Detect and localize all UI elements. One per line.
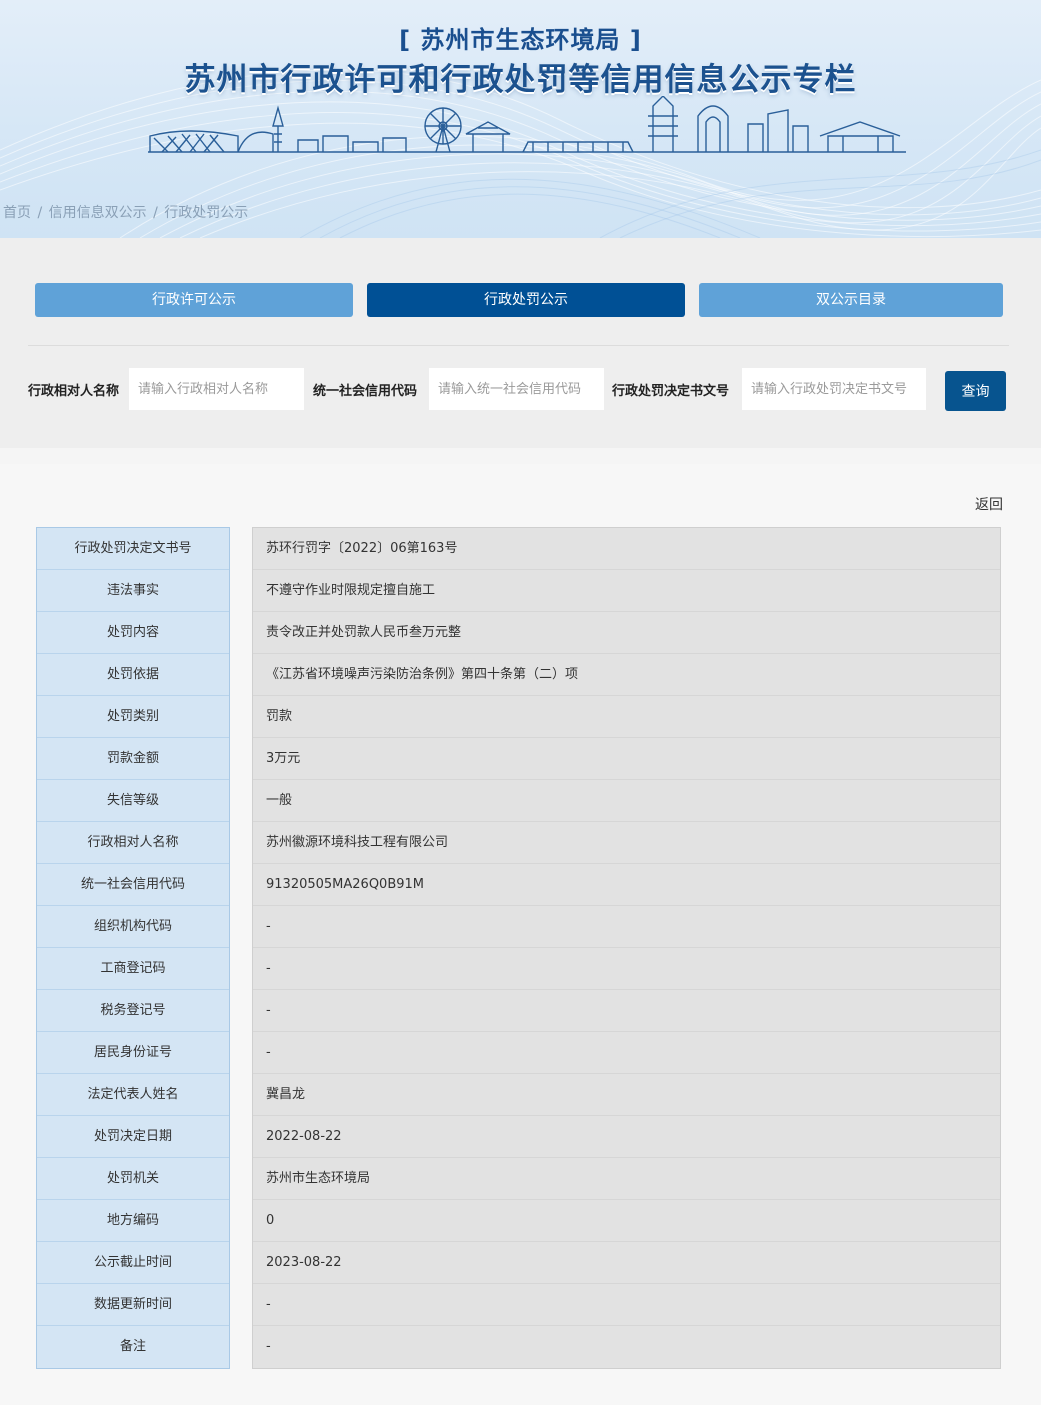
detail-section: 返回 行政处罚决定文书号 违法事实 处罚内容 处罚依据 处罚类别 罚款金额 失信…	[0, 464, 1041, 1405]
back-link[interactable]: 返回	[975, 494, 1003, 514]
detail-label-column: 行政处罚决定文书号 违法事实 处罚内容 处罚依据 处罚类别 罚款金额 失信等级 …	[36, 527, 230, 1369]
field-value: 罚款	[253, 696, 1000, 738]
search-label-party-name: 行政相对人名称	[28, 384, 120, 399]
party-name-input[interactable]	[129, 368, 304, 410]
field-value: -	[253, 1032, 1000, 1074]
tab-admin-license[interactable]: 行政许可公示	[35, 283, 353, 317]
field-value: 《江苏省环境噪声污染防治条例》第四十条第（二）项	[253, 654, 1000, 696]
credit-code-input[interactable]	[429, 368, 604, 410]
field-label: 处罚类别	[37, 696, 229, 738]
city-skyline-icon	[148, 96, 906, 153]
field-label: 数据更新时间	[37, 1284, 229, 1326]
field-value: 一般	[253, 780, 1000, 822]
field-label: 地方编码	[37, 1200, 229, 1242]
query-button[interactable]: 查询	[945, 371, 1006, 411]
field-value: -	[253, 1284, 1000, 1326]
field-value: 冀昌龙	[253, 1074, 1000, 1116]
header-banner: [ 苏州市生态环境局 ] 苏州市行政许可和行政处罚等信用信息公示专栏 首页 / …	[0, 0, 1041, 238]
field-value: 责令改正并处罚款人民币叁万元整	[253, 612, 1000, 654]
breadcrumb: 首页 / 信用信息双公示 / 行政处罚公示	[3, 202, 250, 222]
field-label: 行政相对人名称	[37, 822, 229, 864]
field-label: 公示截止时间	[37, 1242, 229, 1284]
field-label: 备注	[119, 1339, 146, 1354]
field-label: 税务登记号	[37, 990, 229, 1032]
field-label: 工商登记码	[37, 948, 229, 990]
decision-number-input[interactable]	[742, 368, 926, 410]
field-value: 苏州徽源环境科技工程有限公司	[253, 822, 1000, 864]
field-value: -	[253, 906, 1000, 948]
divider	[28, 345, 1009, 346]
tab-admin-penalty[interactable]: 行政处罚公示	[367, 283, 685, 317]
field-value: 91320505MA26Q0B91M	[253, 864, 1000, 906]
field-value: -	[266, 1339, 271, 1354]
page-title: 苏州市行政许可和行政处罚等信用信息公示专栏	[184, 62, 857, 98]
field-label: 处罚内容	[37, 612, 229, 654]
breadcrumb-separator: /	[153, 205, 158, 221]
breadcrumb-current: 行政处罚公示	[164, 205, 249, 221]
field-label: 处罚决定日期	[37, 1116, 229, 1158]
search-label-credit-code: 统一社会信用代码	[313, 384, 418, 399]
field-value: -	[253, 990, 1000, 1032]
field-value: -	[253, 948, 1000, 990]
field-label: 处罚依据	[37, 654, 229, 696]
field-value: 苏州市生态环境局	[253, 1158, 1000, 1200]
field-label: 行政处罚决定文书号	[37, 528, 229, 570]
field-value: 2023-08-22	[253, 1242, 1000, 1284]
field-value: 2022-08-22	[253, 1116, 1000, 1158]
field-value: 0	[253, 1200, 1000, 1242]
field-label: 罚款金额	[37, 738, 229, 780]
breadcrumb-home[interactable]: 首页	[3, 205, 31, 221]
field-value: 不遵守作业时限规定擅自施工	[253, 570, 1000, 612]
field-label: 居民身份证号	[37, 1032, 229, 1074]
detail-value-column: 苏环行罚字〔2022〕06第163号 不遵守作业时限规定擅自施工 责令改正并处罚…	[252, 527, 1001, 1369]
field-label: 组织机构代码	[37, 906, 229, 948]
field-label: 统一社会信用代码	[37, 864, 229, 906]
field-value: 3万元	[253, 738, 1000, 780]
agency-name: [ 苏州市生态环境局 ]	[399, 26, 642, 54]
field-label: 违法事实	[37, 570, 229, 612]
tab-double-publicity-catalog[interactable]: 双公示目录	[699, 283, 1003, 317]
field-label: 法定代表人姓名	[37, 1074, 229, 1116]
field-label: 失信等级	[37, 780, 229, 822]
nav-search-panel: 行政许可公示 行政处罚公示 双公示目录 行政相对人名称 统一社会信用代码 行政处…	[0, 238, 1041, 448]
breadcrumb-credit-info[interactable]: 信用信息双公示	[49, 205, 147, 221]
breadcrumb-separator: /	[37, 205, 43, 221]
search-label-decision-number: 行政处罚决定书文号	[612, 384, 730, 399]
field-label: 处罚机关	[37, 1158, 229, 1200]
field-value: 苏环行罚字〔2022〕06第163号	[253, 528, 1000, 570]
